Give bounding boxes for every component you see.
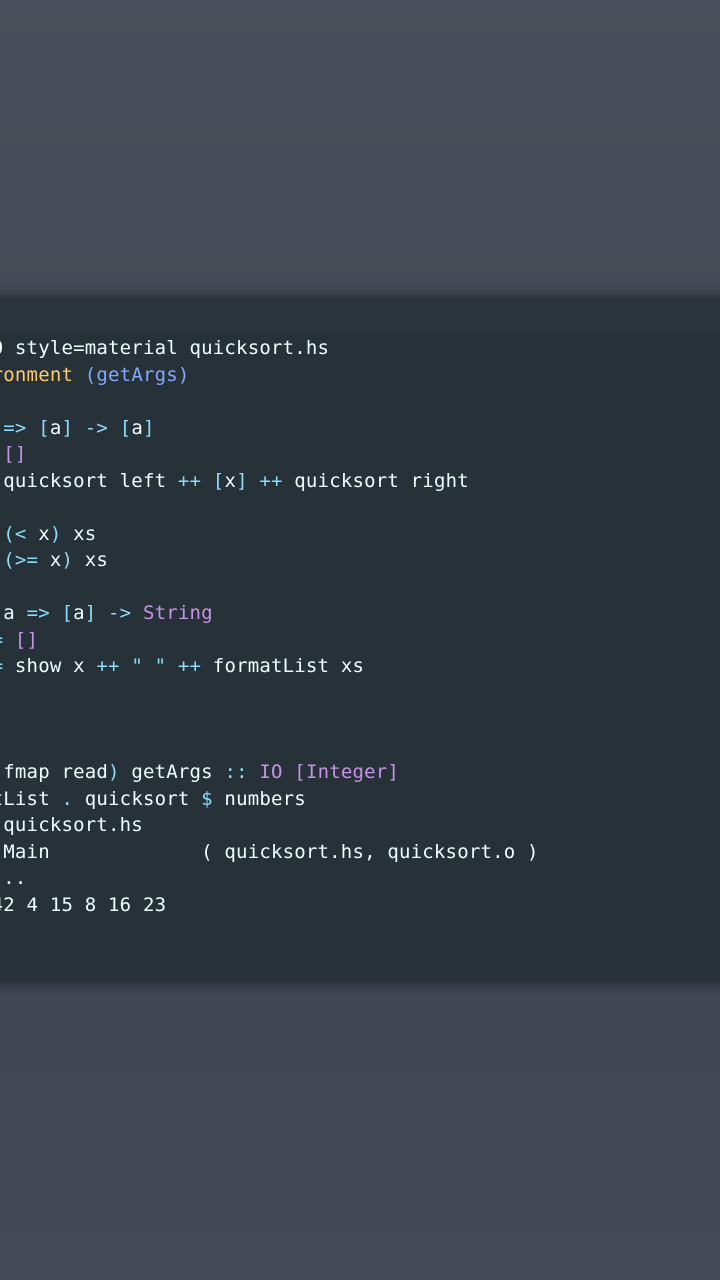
list-type-open: [ — [38, 416, 50, 439]
terminal-line-4: a => [a] -> [a] — [3, 416, 155, 439]
terminal-line-1: -O style=material quicksort.hs — [0, 337, 330, 359]
empty-list: [] — [3, 443, 27, 465]
terminal-titlebar[interactable] — [0, 298, 720, 332]
terminal-line-2: ironment (getArgs) — [0, 362, 190, 389]
terminal-line-21: ... — [0, 867, 27, 889]
terminal-line-13: = show x ++ " " ++ formatList xs — [0, 655, 365, 677]
string-type: String — [142, 602, 213, 624]
terminal-line-18: atList . quicksort $ numbers — [0, 787, 306, 810]
terminal-line-12: = [] — [0, 628, 39, 651]
terminal-output[interactable]: -O style=material quicksort.hs ironment … — [0, 332, 720, 982]
terminal-line-22: 42 4 15 8 16 23 — [0, 893, 167, 916]
terminal-line-5: = [] — [0, 441, 27, 468]
terminal-line-11: w a => [a] -> String — [3, 602, 213, 624]
constraint-arrow: => — [3, 416, 27, 439]
import-module-text: ironment — [0, 363, 74, 386]
terminal-window[interactable]: -O style=material quicksort.hs ironment … — [0, 298, 720, 982]
terminal-line-19: c quicksort.hs — [3, 814, 143, 836]
terminal-line-17: (fmap read) getArgs :: IO [Integer] — [0, 761, 400, 783]
terminal-line-20: g Main ( quicksort.hs, quicksort.o ) — [0, 840, 539, 863]
terminal-line-8: r (< x) xs — [3, 522, 97, 545]
terminal-line-6: = quicksort left ++ [x] ++ quicksort rig… — [0, 469, 469, 492]
terminal-line-9: r (>= x) xs — [3, 549, 109, 571]
import-list-text: (getArgs) — [84, 363, 190, 386]
